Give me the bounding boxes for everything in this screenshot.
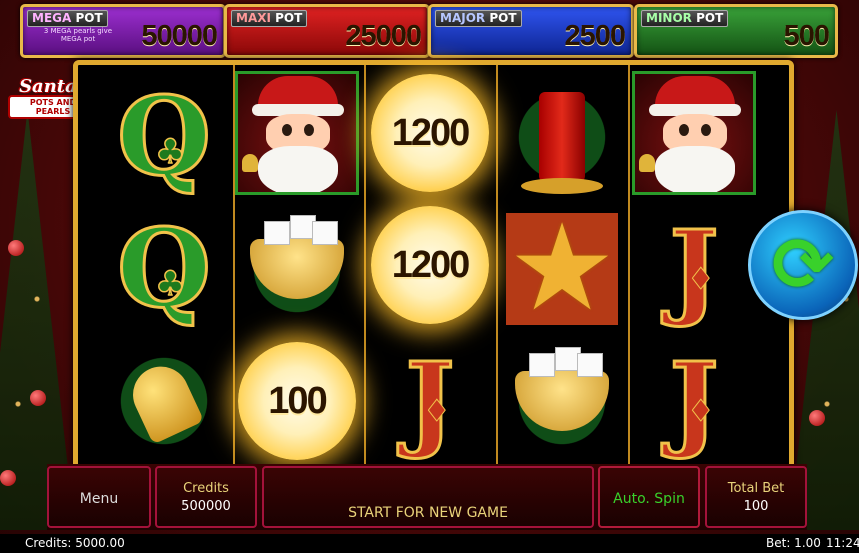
pearl-value: 1200: [391, 243, 471, 286]
total-bet-label: Total Bet: [727, 481, 785, 496]
santa-icon: [632, 71, 756, 195]
maxi-pot: MAXI POT 25000: [224, 4, 430, 58]
candle-symbol: [498, 73, 626, 201]
menu-button[interactable]: Menu: [47, 466, 151, 528]
credits-value: 500000: [181, 499, 231, 514]
diamond-icon: ♦: [423, 394, 451, 429]
status-bar: Credits: 5000.00 Bet: 1.00 11:24: [0, 534, 859, 553]
maxi-pot-value: 25000: [345, 20, 422, 52]
pot-label: POT: [489, 11, 517, 25]
star-icon: ★: [508, 199, 616, 338]
bell-symbol: [100, 337, 228, 465]
sugar-bowl-symbol: [498, 337, 626, 465]
maxi-pot-label: MAXI: [236, 11, 271, 25]
minor-pot-value: 500: [783, 20, 830, 52]
major-pot-label: MAJOR: [440, 11, 486, 25]
pearl-value: 1200: [391, 111, 471, 154]
status-credits: Credits: 5000.00: [25, 536, 125, 550]
spin-button[interactable]: ⟳: [748, 210, 858, 320]
club-icon: ♣: [154, 132, 186, 172]
total-bet-button[interactable]: Total Bet 100: [705, 466, 807, 528]
j-symbol: J ♦: [404, 339, 456, 462]
reel-area: Q ♣ Q ♣ 100 1200 1200 J ♦ ★ J ♦ J ♦: [73, 60, 794, 478]
santa-symbol: [233, 69, 361, 197]
j-symbol: J ♦: [668, 207, 720, 330]
sugar-bowl-symbol: [233, 205, 361, 333]
pot-label: POT: [75, 11, 103, 25]
total-bet-value: 100: [743, 499, 769, 514]
candle-icon: [521, 92, 603, 194]
pearl-icon: 1200: [371, 74, 489, 192]
mega-pot-note: 3 MEGA pearls give MEGA pot: [43, 27, 113, 43]
pearl-symbol: 1200: [366, 69, 494, 197]
star-symbol: ★: [498, 205, 626, 333]
status-time: 11:24: [826, 536, 859, 550]
diamond-icon: ♦: [687, 394, 715, 429]
pearl-icon: 100: [238, 342, 356, 460]
credits-display: Credits 500000: [155, 466, 257, 528]
mega-pot: MEGA POT 3 MEGA pearls give MEGA pot 500…: [20, 4, 226, 58]
major-pot: MAJOR POT 2500: [428, 4, 634, 58]
credits-label: Credits: [183, 481, 229, 496]
pearl-value: 100: [268, 379, 327, 422]
mega-pot-value: 50000: [141, 20, 218, 52]
status-bet: Bet: 1.00: [766, 536, 821, 550]
pearl-symbol: 100: [233, 337, 361, 465]
autospin-button[interactable]: Auto. Spin: [598, 466, 700, 528]
diamond-icon: ♦: [687, 262, 715, 297]
j-symbol: J ♦: [668, 339, 720, 462]
mega-pot-label: MEGA: [32, 11, 72, 25]
q-symbol: Q ♣: [115, 74, 212, 200]
pearl-icon: 1200: [371, 206, 489, 324]
pot-label: POT: [275, 11, 303, 25]
major-pot-value: 2500: [564, 20, 626, 52]
q-symbol: Q ♣: [115, 206, 212, 332]
minor-pot: MINOR POT 500: [634, 4, 838, 58]
pearl-symbol: 1200: [366, 201, 494, 329]
pot-label: POT: [696, 11, 724, 25]
santa-icon: [235, 71, 359, 195]
spin-arrows-icon: ⟳: [771, 222, 834, 308]
start-button[interactable]: START FOR NEW GAME: [262, 466, 594, 528]
minor-pot-label: MINOR: [646, 11, 692, 25]
santa-symbol: [630, 69, 758, 197]
club-icon: ♣: [154, 264, 186, 304]
